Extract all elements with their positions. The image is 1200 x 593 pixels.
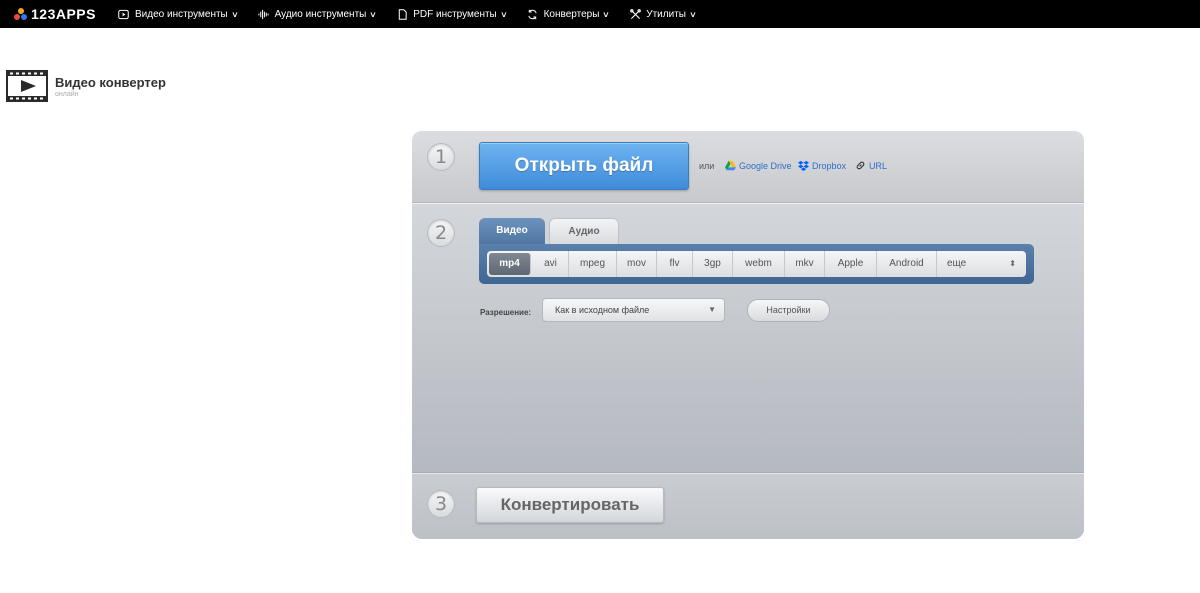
nav-item-label: Конвертеры bbox=[543, 8, 600, 20]
chevron-down-icon: ∨ bbox=[602, 9, 611, 19]
google-drive-link[interactable]: Google Drive bbox=[725, 160, 792, 171]
tab-audio[interactable]: Аудио bbox=[549, 218, 619, 244]
chevron-down-icon: ∨ bbox=[369, 9, 378, 19]
dropbox-link[interactable]: Dropbox bbox=[798, 160, 846, 171]
step-3-section: 3 Конвертировать bbox=[412, 473, 1084, 539]
dropbox-label: Dropbox bbox=[812, 160, 847, 171]
dropbox-icon bbox=[798, 160, 809, 171]
top-navbar: 123APPS Видео инструменты ∨ Аудио инстру… bbox=[0, 0, 1200, 28]
page-subtitle: онлайн bbox=[55, 91, 79, 98]
play-icon bbox=[118, 8, 130, 20]
nav-video-tools[interactable]: Видео инструменты ∨ bbox=[118, 8, 238, 20]
open-file-button[interactable]: Открыть файл bbox=[479, 142, 689, 190]
nav-audio-tools[interactable]: Аудио инструменты ∨ bbox=[258, 8, 377, 20]
settings-button[interactable]: Настройки bbox=[747, 299, 830, 322]
audio-wave-icon bbox=[258, 8, 270, 20]
format-list: mp4 avi mpeg mov flv 3gp webm mkv Apple … bbox=[487, 251, 1026, 277]
nav-item-label: Аудио инструменты bbox=[274, 8, 367, 20]
google-drive-icon bbox=[725, 160, 736, 171]
format-mp4[interactable]: mp4 bbox=[489, 253, 531, 275]
tab-video[interactable]: Видео bbox=[479, 218, 545, 246]
google-drive-label: Google Drive bbox=[739, 160, 792, 171]
tools-icon bbox=[629, 8, 641, 20]
step-number: 2 bbox=[427, 219, 455, 247]
document-icon bbox=[396, 8, 408, 20]
nav-utilities[interactable]: Утилиты ∨ bbox=[629, 8, 697, 20]
resolution-value: Как в исходном файле bbox=[555, 305, 650, 315]
chevron-down-icon: ∨ bbox=[689, 9, 697, 19]
app-header: Видео конвертер онлайн bbox=[6, 69, 166, 103]
format-bar: mp4 avi mpeg mov flv 3gp webm mkv Apple … bbox=[479, 244, 1034, 284]
step-2-section: 2 Видео Аудио mp4 avi mpeg mov flv 3gp w… bbox=[412, 203, 1084, 473]
logo[interactable]: 123APPS bbox=[14, 6, 96, 22]
resolution-select[interactable]: Как в исходном файле ▼ bbox=[542, 298, 725, 322]
format-avi[interactable]: avi bbox=[533, 251, 569, 277]
format-3gp[interactable]: 3gp bbox=[693, 251, 733, 277]
nav-item-label: Видео инструменты bbox=[134, 8, 228, 20]
step-number: 3 bbox=[427, 490, 455, 518]
video-film-icon bbox=[6, 70, 48, 102]
up-down-arrows-icon: ⬍ bbox=[1009, 259, 1016, 268]
url-label: URL bbox=[869, 160, 888, 171]
resolution-label: Разрешение: bbox=[480, 308, 532, 317]
url-link[interactable]: URL bbox=[855, 160, 887, 171]
link-icon bbox=[855, 160, 866, 171]
format-android[interactable]: Android bbox=[877, 251, 937, 277]
format-apple[interactable]: Apple bbox=[825, 251, 877, 277]
convert-button[interactable]: Конвертировать bbox=[476, 487, 664, 523]
nav-converters[interactable]: Конвертеры ∨ bbox=[527, 8, 610, 20]
format-flv[interactable]: flv bbox=[657, 251, 693, 277]
step-1-section: 1 Открыть файл или Google Drive Dropbox … bbox=[412, 131, 1084, 203]
format-mkv[interactable]: mkv bbox=[785, 251, 825, 277]
chevron-down-icon: ∨ bbox=[499, 9, 508, 19]
convert-icon bbox=[527, 8, 539, 20]
converter-panel: 1 Открыть файл или Google Drive Dropbox … bbox=[412, 131, 1084, 539]
format-more-label: еще bbox=[947, 258, 967, 269]
format-more-dropdown[interactable]: еще ⬍ bbox=[937, 251, 1026, 277]
nav-item-label: Утилиты bbox=[646, 8, 686, 20]
dropdown-arrow-icon: ▼ bbox=[708, 305, 716, 314]
format-mov[interactable]: mov bbox=[617, 251, 657, 277]
logo-icon bbox=[14, 8, 28, 20]
logo-text: 123APPS bbox=[31, 6, 96, 22]
format-mpeg[interactable]: mpeg bbox=[569, 251, 617, 277]
format-webm[interactable]: webm bbox=[733, 251, 785, 277]
or-label: или bbox=[699, 161, 715, 171]
page-title: Видео конвертер bbox=[55, 75, 166, 90]
step-number: 1 bbox=[427, 143, 455, 171]
nav-pdf-tools[interactable]: PDF инструменты ∨ bbox=[396, 8, 508, 20]
chevron-down-icon: ∨ bbox=[230, 9, 239, 19]
nav-item-label: PDF инструменты bbox=[413, 8, 497, 20]
